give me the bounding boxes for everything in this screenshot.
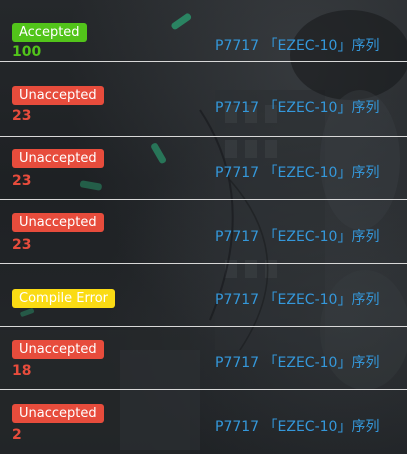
- record-row[interactable]: Unaccepted 23 P7717 「EZEC-10」序列: [0, 75, 407, 137]
- score: 100: [12, 44, 42, 60]
- record-row[interactable]: Unaccepted 23 P7717 「EZEC-10」序列: [0, 202, 407, 264]
- submission-record-panel: Accepted 100 P7717 「EZEC-10」序列 Unaccepte…: [0, 0, 407, 454]
- problem-link[interactable]: P7717 「EZEC-10」序列: [215, 289, 379, 309]
- score: 23: [12, 237, 32, 253]
- problem-link[interactable]: P7717 「EZEC-10」序列: [215, 352, 379, 372]
- problem-link[interactable]: P7717 「EZEC-10」序列: [215, 162, 379, 182]
- record-row[interactable]: Unaccepted 2 P7717 「EZEC-10」序列: [0, 392, 407, 454]
- status-badge[interactable]: Unaccepted: [12, 404, 104, 423]
- status-badge[interactable]: Unaccepted: [12, 340, 104, 359]
- status-badge[interactable]: Compile Error: [12, 289, 115, 308]
- record-row[interactable]: Unaccepted 23 P7717 「EZEC-10」序列: [0, 138, 407, 200]
- score: 2: [12, 427, 22, 443]
- status-badge[interactable]: Unaccepted: [12, 86, 104, 105]
- record-row[interactable]: Unaccepted 18 P7717 「EZEC-10」序列: [0, 328, 407, 390]
- problem-link[interactable]: P7717 「EZEC-10」序列: [215, 35, 379, 55]
- problem-link[interactable]: P7717 「EZEC-10」序列: [215, 226, 379, 246]
- status-badge[interactable]: Unaccepted: [12, 213, 104, 232]
- score: 18: [12, 363, 32, 379]
- score: 23: [12, 173, 32, 189]
- score: 23: [12, 108, 32, 124]
- problem-link[interactable]: P7717 「EZEC-10」序列: [215, 416, 379, 436]
- record-list: Accepted 100 P7717 「EZEC-10」序列 Unaccepte…: [0, 0, 407, 454]
- status-badge[interactable]: Unaccepted: [12, 149, 104, 168]
- problem-link[interactable]: P7717 「EZEC-10」序列: [215, 97, 379, 117]
- record-row[interactable]: Accepted 100 P7717 「EZEC-10」序列: [0, 0, 407, 62]
- status-badge[interactable]: Accepted: [12, 23, 87, 42]
- record-row[interactable]: Compile Error P7717 「EZEC-10」序列: [0, 265, 407, 327]
